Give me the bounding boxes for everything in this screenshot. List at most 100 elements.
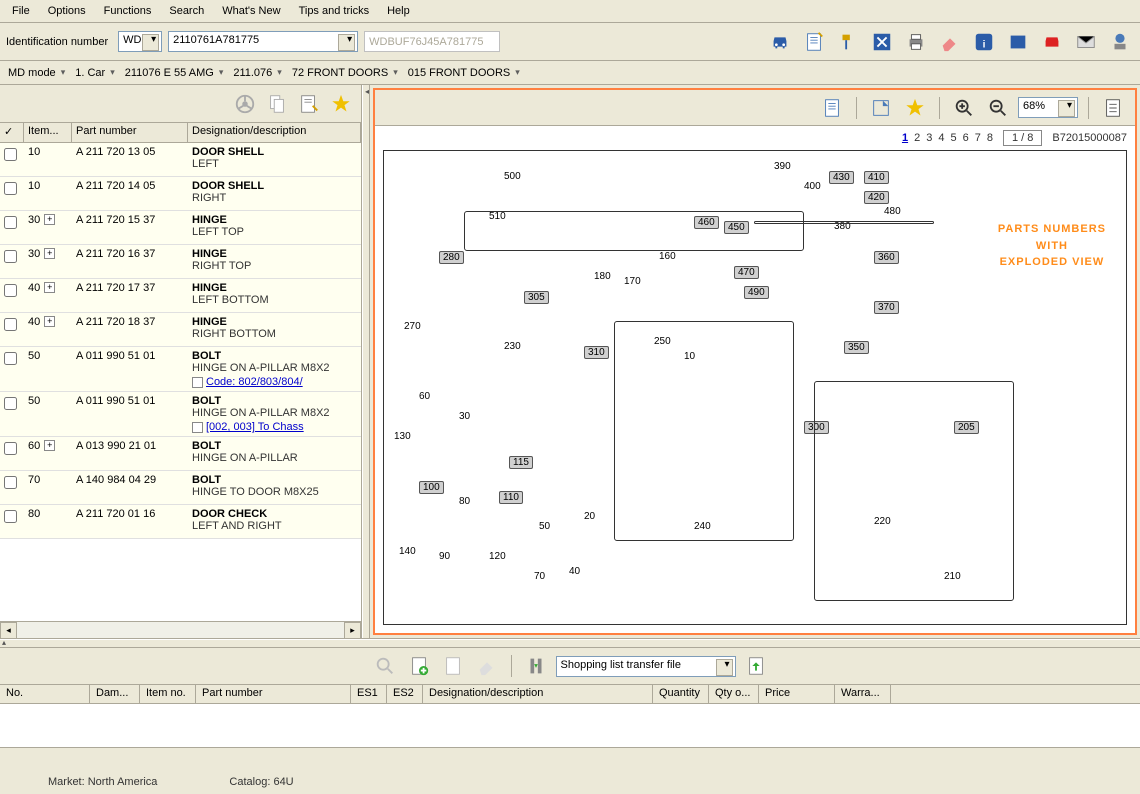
row-check[interactable] [4,352,17,365]
callout[interactable]: 270 [404,321,421,332]
callout[interactable]: 180 [594,271,611,282]
table-row[interactable]: 70 A 140 984 04 29 BOLT HINGE TO DOOR M8… [0,471,361,505]
star-icon[interactable] [327,90,355,118]
expand-icon[interactable] [868,28,896,56]
row-check[interactable] [4,318,17,331]
callout[interactable]: 90 [439,551,450,562]
info-icon[interactable]: i [970,28,998,56]
bcol-warr[interactable]: Warra... [835,685,891,703]
bcol-es2[interactable]: ES2 [387,685,423,703]
expand-icon[interactable]: + [44,248,55,259]
zoom-in-icon[interactable] [950,94,978,122]
table-row[interactable]: 10 A 211 720 13 05 DOOR SHELL LEFT [0,143,361,177]
book-icon[interactable] [1004,28,1032,56]
menu-search[interactable]: Search [161,2,212,20]
expand-icon[interactable]: + [44,440,55,451]
bc-car[interactable]: 1. Car [75,67,115,79]
callout[interactable]: 50 [539,521,550,532]
nav-icon[interactable] [867,94,895,122]
bc-mode[interactable]: MD mode [8,67,65,79]
page-link[interactable]: 3 [926,132,932,144]
vin-primary-select[interactable]: 2110761A781775 [168,31,358,52]
callout[interactable]: 360 [874,251,899,264]
menu-whats-new[interactable]: What's New [214,2,288,20]
bc-subgroup[interactable]: 015 FRONT DOORS [408,67,520,79]
callout[interactable]: 100 [419,481,444,494]
callout[interactable]: 20 [584,511,595,522]
row-check[interactable] [4,397,17,410]
wheel-icon[interactable] [231,90,259,118]
vin-secondary-input[interactable] [364,31,500,52]
globe-print-icon[interactable] [1106,28,1134,56]
callout[interactable]: 400 [804,181,821,192]
parts-list[interactable]: 10 A 211 720 13 05 DOOR SHELL LEFT 10 A … [0,143,361,621]
copy-icon[interactable] [263,90,291,118]
row-check[interactable] [4,442,17,455]
callout[interactable]: 430 [829,171,854,184]
table-row[interactable]: 80 A 211 720 01 16 DOOR CHECK LEFT AND R… [0,505,361,539]
expand-icon[interactable]: + [44,316,55,327]
callout[interactable]: 305 [524,291,549,304]
callout[interactable]: 30 [459,411,470,422]
bcol-desc[interactable]: Designation/description [423,685,653,703]
star2-icon[interactable] [901,94,929,122]
callout[interactable]: 60 [419,391,430,402]
doc2-icon[interactable] [439,652,467,680]
search2-icon[interactable] [371,652,399,680]
transfer-select[interactable]: Shopping list transfer file [556,656,736,677]
table-row[interactable]: 50 A 011 990 51 01 BOLT HINGE ON A-PILLA… [0,347,361,392]
menu-help[interactable]: Help [379,2,418,20]
page-link[interactable]: 5 [950,132,956,144]
menu-tips[interactable]: Tips and tricks [291,2,378,20]
scroll-left-icon[interactable]: ◂ [0,622,17,639]
bc-model[interactable]: 211076 E 55 AMG [125,67,224,79]
callout[interactable]: 115 [509,456,533,469]
table-row[interactable]: 30+ A 211 720 16 37 HINGE RIGHT TOP [0,245,361,279]
zoom-select[interactable]: 68% [1018,97,1078,118]
paint-icon[interactable] [834,28,862,56]
eraser2-icon[interactable] [473,652,501,680]
table-row[interactable]: 40+ A 211 720 17 37 HINGE LEFT BOTTOM [0,279,361,313]
expand-icon[interactable]: + [44,282,55,293]
menu-options[interactable]: Options [40,2,94,20]
scroll-right-icon[interactable]: ▸ [344,622,361,639]
add-doc-icon[interactable] [405,652,433,680]
bcol-dam[interactable]: Dam... [90,685,140,703]
callout[interactable]: 80 [459,496,470,507]
callout[interactable]: 130 [394,431,411,442]
row-check[interactable] [4,148,17,161]
table-row[interactable]: 50 A 011 990 51 01 BOLT HINGE ON A-PILLA… [0,392,361,437]
callout[interactable]: 370 [874,301,899,314]
callout[interactable]: 160 [659,251,676,262]
callout[interactable]: 480 [884,206,901,217]
page-link[interactable]: 7 [975,132,981,144]
page-link[interactable]: 1 [902,132,908,144]
table-row[interactable]: 30+ A 211 720 15 37 HINGE LEFT TOP [0,211,361,245]
wdb-select[interactable]: WDB [118,31,162,52]
bcol-no[interactable]: No. [0,685,90,703]
mail-icon[interactable] [1072,28,1100,56]
callout[interactable]: 170 [624,276,641,287]
bcol-part[interactable]: Part number [196,685,351,703]
bcol-qty[interactable]: Quantity [653,685,709,703]
callout[interactable]: 230 [504,341,521,352]
bcol-price[interactable]: Price [759,685,835,703]
callout[interactable]: 350 [844,341,869,354]
row-check[interactable] [4,216,17,229]
page-link[interactable]: 8 [987,132,993,144]
callout[interactable]: 390 [774,161,791,172]
callout[interactable]: 410 [864,171,889,184]
bcol-qtyo[interactable]: Qty o... [709,685,759,703]
callout[interactable]: 280 [439,251,464,264]
callout[interactable]: 140 [399,546,416,557]
page-icon[interactable] [1099,94,1127,122]
car-red-icon[interactable] [1038,28,1066,56]
transfer-icon[interactable] [522,652,550,680]
edit-notes-icon[interactable] [295,90,323,118]
exploded-diagram[interactable]: PARTS NUMBERS WITH EXPLODED VIEW 5005102… [383,150,1127,625]
menu-functions[interactable]: Functions [96,2,160,20]
h-scrollbar[interactable]: ◂ ▸ [0,621,361,638]
callout[interactable]: 70 [534,571,545,582]
col-check[interactable]: ✓ [0,123,24,142]
vehicle-icon[interactable] [766,28,794,56]
